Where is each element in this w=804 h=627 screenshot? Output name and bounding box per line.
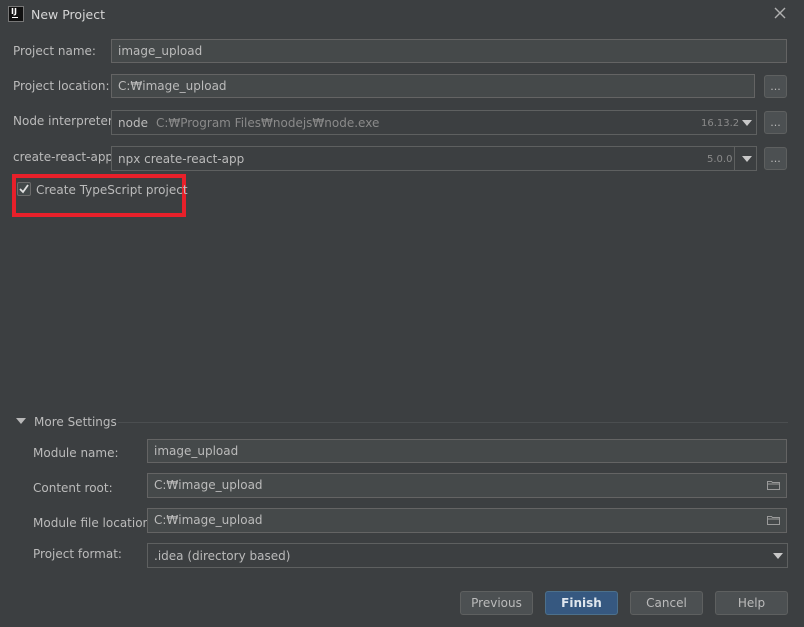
create-react-app-select[interactable]: npx create-react-app 5.0.0 xyxy=(111,146,757,171)
cancel-button[interactable]: Cancel xyxy=(630,591,703,615)
app-icon-text: IJ xyxy=(11,7,17,16)
help-button[interactable]: Help xyxy=(715,591,788,615)
node-interpreter-label: Node interpreter: xyxy=(13,114,117,128)
folder-icon[interactable] xyxy=(767,480,780,490)
intellij-app-icon: IJ xyxy=(8,6,24,22)
more-settings-divider xyxy=(118,422,788,423)
node-interpreter-value: node xyxy=(118,116,148,130)
create-react-app-value: npx create-react-app xyxy=(118,152,245,166)
previous-button[interactable]: Previous xyxy=(460,591,533,615)
chevron-down-icon xyxy=(742,156,752,162)
folder-icon[interactable] xyxy=(767,515,780,525)
project-format-value: .idea (directory based) xyxy=(154,549,291,563)
more-settings-toggle[interactable]: More Settings xyxy=(34,415,117,429)
title-bar xyxy=(0,0,804,30)
close-icon[interactable] xyxy=(772,5,788,21)
chevron-down-icon xyxy=(742,120,752,126)
typescript-checkbox[interactable] xyxy=(17,182,31,196)
browse-interpreter-button[interactable]: ... xyxy=(764,111,787,134)
browse-cra-button[interactable]: ... xyxy=(764,147,787,170)
project-name-input[interactable] xyxy=(111,39,787,63)
node-interpreter-path: C:₩Program Files₩nodejs₩node.exe xyxy=(155,116,380,130)
browse-location-button[interactable]: ... xyxy=(764,75,787,98)
project-location-label: Project location: xyxy=(13,79,110,93)
module-name-label: Module name: xyxy=(33,446,119,460)
create-react-app-version: 5.0.0 xyxy=(707,154,733,165)
content-root-input[interactable]: C:₩image_upload xyxy=(147,473,787,498)
triangle-down-icon[interactable] xyxy=(16,418,26,424)
project-format-select[interactable]: .idea (directory based) xyxy=(147,543,788,568)
create-react-app-label: create-react-app: xyxy=(13,150,118,164)
project-format-label: Project format: xyxy=(33,547,122,561)
project-location-input[interactable] xyxy=(111,74,755,98)
node-version: 16.13.2 xyxy=(701,118,740,129)
module-file-location-input[interactable]: C:₩image_upload xyxy=(147,508,787,533)
check-icon xyxy=(19,184,29,194)
content-root-label: Content root: xyxy=(33,481,113,495)
typescript-checkbox-label[interactable]: Create TypeScript project xyxy=(36,183,188,197)
module-file-location-label: Module file location: xyxy=(33,516,155,530)
window-title: New Project xyxy=(31,7,106,22)
finish-button[interactable]: Finish xyxy=(545,591,618,615)
project-name-label: Project name: xyxy=(13,44,96,58)
module-name-input[interactable] xyxy=(147,439,787,463)
module-file-location-value: C:₩image_upload xyxy=(154,513,263,527)
node-interpreter-select[interactable]: node C:₩Program Files₩nodejs₩node.exe 16.… xyxy=(111,110,757,135)
chevron-down-icon xyxy=(773,553,783,559)
content-root-value: C:₩image_upload xyxy=(154,478,263,492)
